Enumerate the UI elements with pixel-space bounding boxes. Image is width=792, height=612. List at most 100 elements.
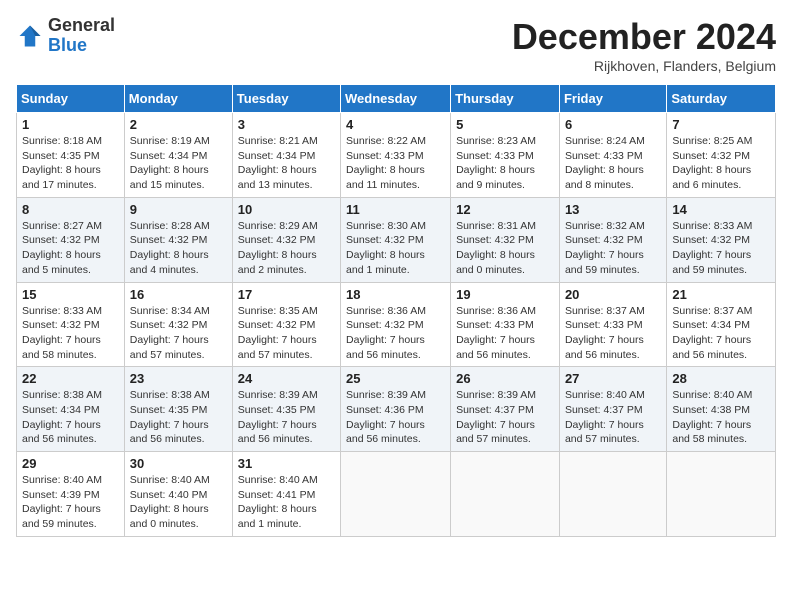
day-info: Sunrise: 8:23 AMSunset: 4:33 PMDaylight:… bbox=[456, 134, 554, 193]
calendar-cell: 26Sunrise: 8:39 AMSunset: 4:37 PMDayligh… bbox=[451, 367, 560, 452]
calendar-week-row: 1Sunrise: 8:18 AMSunset: 4:35 PMDaylight… bbox=[17, 113, 776, 198]
calendar-cell: 12 Sunrise: 8:31 AMSunset: 4:32 PMDayligh… bbox=[451, 197, 560, 282]
day-info: Sunrise: 8:39 AMSunset: 4:37 PMDaylight:… bbox=[456, 388, 554, 447]
calendar-week-row: 8Sunrise: 8:27 AMSunset: 4:32 PMDaylight… bbox=[17, 197, 776, 282]
title-block: December 2024 Rijkhoven, Flanders, Belgi… bbox=[512, 16, 776, 74]
day-number: 17 bbox=[238, 287, 335, 302]
calendar-cell bbox=[341, 452, 451, 537]
calendar-cell bbox=[559, 452, 666, 537]
day-info: Sunrise: 8:32 AMSunset: 4:32 PMDaylight:… bbox=[565, 219, 661, 278]
day-info: Sunrise: 8:25 AMSunset: 4:32 PMDaylight:… bbox=[672, 134, 770, 193]
page-header: General Blue December 2024 Rijkhoven, Fl… bbox=[16, 16, 776, 74]
calendar-cell: 28 Sunrise: 8:40 AMSunset: 4:38 PMDayligh… bbox=[667, 367, 776, 452]
day-number: 23 bbox=[130, 371, 227, 386]
day-info: Sunrise: 8:31 AMSunset: 4:32 PMDaylight:… bbox=[456, 219, 554, 278]
day-number: 19 bbox=[456, 287, 554, 302]
calendar-cell: 23 Sunrise: 8:38 AMSunset: 4:35 PMDayligh… bbox=[124, 367, 232, 452]
day-info: Sunrise: 8:38 AMSunset: 4:34 PMDaylight:… bbox=[22, 388, 119, 447]
day-info: Sunrise: 8:33 AMSunset: 4:32 PMDaylight:… bbox=[22, 304, 119, 363]
calendar-cell: 6 Sunrise: 8:24 AMSunset: 4:33 PMDaylight… bbox=[559, 113, 666, 198]
calendar-header-row: SundayMondayTuesdayWednesdayThursdayFrid… bbox=[17, 85, 776, 113]
calendar-cell: 9 Sunrise: 8:28 AMSunset: 4:32 PMDaylight… bbox=[124, 197, 232, 282]
day-number: 30 bbox=[130, 456, 227, 471]
day-info: Sunrise: 8:40 AMSunset: 4:38 PMDaylight:… bbox=[672, 388, 770, 447]
weekday-header: Sunday bbox=[17, 85, 125, 113]
day-number: 20 bbox=[565, 287, 661, 302]
day-info: Sunrise: 8:30 AMSunset: 4:32 PMDaylight:… bbox=[346, 219, 445, 278]
day-info: Sunrise: 8:33 AMSunset: 4:32 PMDaylight:… bbox=[672, 219, 770, 278]
day-info: Sunrise: 8:29 AMSunset: 4:32 PMDaylight:… bbox=[238, 219, 335, 278]
day-info: Sunrise: 8:27 AMSunset: 4:32 PMDaylight:… bbox=[22, 219, 119, 278]
day-info: Sunrise: 8:24 AMSunset: 4:33 PMDaylight:… bbox=[565, 134, 661, 193]
day-info: Sunrise: 8:39 AMSunset: 4:36 PMDaylight:… bbox=[346, 388, 445, 447]
calendar-week-row: 29Sunrise: 8:40 AMSunset: 4:39 PMDayligh… bbox=[17, 452, 776, 537]
calendar-cell: 2 Sunrise: 8:19 AMSunset: 4:34 PMDaylight… bbox=[124, 113, 232, 198]
calendar-cell: 18 Sunrise: 8:36 AMSunset: 4:32 PMDayligh… bbox=[341, 282, 451, 367]
day-number: 6 bbox=[565, 117, 661, 132]
day-info: Sunrise: 8:35 AMSunset: 4:32 PMDaylight:… bbox=[238, 304, 335, 363]
day-number: 4 bbox=[346, 117, 445, 132]
calendar-cell: 10 Sunrise: 8:29 AMSunset: 4:32 PMDayligh… bbox=[232, 197, 340, 282]
day-number: 18 bbox=[346, 287, 445, 302]
calendar-cell: 7 Sunrise: 8:25 AMSunset: 4:32 PMDaylight… bbox=[667, 113, 776, 198]
day-number: 16 bbox=[130, 287, 227, 302]
day-info: Sunrise: 8:38 AMSunset: 4:35 PMDaylight:… bbox=[130, 388, 227, 447]
calendar-week-row: 15Sunrise: 8:33 AMSunset: 4:32 PMDayligh… bbox=[17, 282, 776, 367]
day-number: 2 bbox=[130, 117, 227, 132]
day-number: 12 bbox=[456, 202, 554, 217]
calendar-cell: 22 Sunrise: 8:38 AMSunset: 4:34 PMDayligh… bbox=[17, 367, 125, 452]
calendar-cell: 30 Sunrise: 8:40 AMSunset: 4:40 PMDayligh… bbox=[124, 452, 232, 537]
weekday-header: Thursday bbox=[451, 85, 560, 113]
day-info: Sunrise: 8:36 AMSunset: 4:32 PMDaylight:… bbox=[346, 304, 445, 363]
calendar-cell: 27Sunrise: 8:40 AMSunset: 4:37 PMDayligh… bbox=[559, 367, 666, 452]
day-info: Sunrise: 8:19 AMSunset: 4:34 PMDaylight:… bbox=[130, 134, 227, 193]
calendar-subtitle: Rijkhoven, Flanders, Belgium bbox=[512, 58, 776, 74]
day-info: Sunrise: 8:40 AMSunset: 4:40 PMDaylight:… bbox=[130, 473, 227, 532]
calendar-cell: 21Sunrise: 8:37 AMSunset: 4:34 PMDayligh… bbox=[667, 282, 776, 367]
calendar-title: December 2024 bbox=[512, 16, 776, 58]
logo-general-text: General bbox=[48, 15, 115, 35]
day-info: Sunrise: 8:21 AMSunset: 4:34 PMDaylight:… bbox=[238, 134, 335, 193]
weekday-header: Tuesday bbox=[232, 85, 340, 113]
logo-text: General Blue bbox=[48, 16, 115, 56]
calendar-cell: 31Sunrise: 8:40 AMSunset: 4:41 PMDayligh… bbox=[232, 452, 340, 537]
day-number: 31 bbox=[238, 456, 335, 471]
day-info: Sunrise: 8:39 AMSunset: 4:35 PMDaylight:… bbox=[238, 388, 335, 447]
day-info: Sunrise: 8:28 AMSunset: 4:32 PMDaylight:… bbox=[130, 219, 227, 278]
day-number: 11 bbox=[346, 202, 445, 217]
day-number: 22 bbox=[22, 371, 119, 386]
calendar-cell: 15Sunrise: 8:33 AMSunset: 4:32 PMDayligh… bbox=[17, 282, 125, 367]
day-number: 1 bbox=[22, 117, 119, 132]
day-info: Sunrise: 8:36 AMSunset: 4:33 PMDaylight:… bbox=[456, 304, 554, 363]
day-number: 13 bbox=[565, 202, 661, 217]
logo: General Blue bbox=[16, 16, 115, 56]
day-number: 9 bbox=[130, 202, 227, 217]
calendar-table: SundayMondayTuesdayWednesdayThursdayFrid… bbox=[16, 84, 776, 537]
calendar-cell: 5 Sunrise: 8:23 AMSunset: 4:33 PMDaylight… bbox=[451, 113, 560, 198]
day-number: 24 bbox=[238, 371, 335, 386]
weekday-header: Monday bbox=[124, 85, 232, 113]
day-number: 5 bbox=[456, 117, 554, 132]
calendar-cell: 13 Sunrise: 8:32 AMSunset: 4:32 PMDayligh… bbox=[559, 197, 666, 282]
calendar-cell: 1Sunrise: 8:18 AMSunset: 4:35 PMDaylight… bbox=[17, 113, 125, 198]
day-number: 14 bbox=[672, 202, 770, 217]
calendar-week-row: 22 Sunrise: 8:38 AMSunset: 4:34 PMDayligh… bbox=[17, 367, 776, 452]
day-number: 28 bbox=[672, 371, 770, 386]
day-info: Sunrise: 8:37 AMSunset: 4:33 PMDaylight:… bbox=[565, 304, 661, 363]
calendar-cell: 17 Sunrise: 8:35 AMSunset: 4:32 PMDayligh… bbox=[232, 282, 340, 367]
calendar-cell: 3Sunrise: 8:21 AMSunset: 4:34 PMDaylight… bbox=[232, 113, 340, 198]
day-info: Sunrise: 8:22 AMSunset: 4:33 PMDaylight:… bbox=[346, 134, 445, 193]
calendar-cell bbox=[667, 452, 776, 537]
logo-blue-text: Blue bbox=[48, 35, 87, 55]
logo-icon bbox=[16, 22, 44, 50]
calendar-cell: 19 Sunrise: 8:36 AMSunset: 4:33 PMDayligh… bbox=[451, 282, 560, 367]
weekday-header: Saturday bbox=[667, 85, 776, 113]
day-number: 27 bbox=[565, 371, 661, 386]
day-number: 7 bbox=[672, 117, 770, 132]
calendar-cell: 4 Sunrise: 8:22 AMSunset: 4:33 PMDaylight… bbox=[341, 113, 451, 198]
day-number: 25 bbox=[346, 371, 445, 386]
day-number: 10 bbox=[238, 202, 335, 217]
day-number: 29 bbox=[22, 456, 119, 471]
calendar-cell bbox=[451, 452, 560, 537]
day-number: 21 bbox=[672, 287, 770, 302]
